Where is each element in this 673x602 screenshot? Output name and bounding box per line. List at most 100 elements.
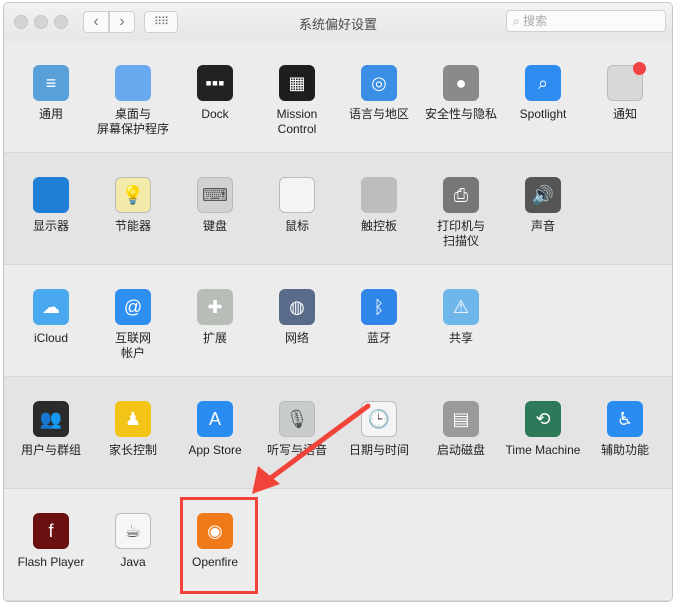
search-placeholder: 搜索: [523, 14, 548, 28]
pane-label: 节能器: [114, 219, 151, 233]
desktop-icon: [115, 65, 151, 101]
parental-controls-icon: ♟: [115, 401, 151, 437]
pane-label: Mission Control: [276, 107, 318, 136]
pane-label: 蓝牙: [366, 331, 391, 345]
pane-accessibility[interactable]: ♿ 辅助功能: [584, 391, 666, 483]
pane-label: 听写与语音: [266, 443, 327, 457]
pane-row: 👥 用户与群组 ♟ 家长控制 A App Store 🎙 听写与语音 🕒 日期与时间 ▤ 启动磁盘 ⟲ T…: [4, 377, 672, 489]
pane-spotlight[interactable]: ⌕ Spotlight: [502, 55, 584, 147]
speaker-icon: 🔊: [525, 177, 561, 213]
flash-player-icon: f: [33, 513, 69, 549]
users-icon: 👥: [33, 401, 69, 437]
search-icon: ⌕: [513, 14, 524, 28]
pane-sound[interactable]: 🔊 声音: [502, 167, 584, 259]
pane-label: 鼠标: [284, 219, 309, 233]
pane-label: Java: [120, 555, 146, 569]
pane-dock[interactable]: ▪▪▪ Dock: [174, 55, 256, 147]
pane-language[interactable]: ◎ 语言与地区: [338, 55, 420, 147]
pane-label: 日期与时间: [348, 443, 409, 457]
at-sign-icon: @: [115, 289, 151, 325]
pane-label: 键盘: [202, 219, 227, 233]
pane-label: Spotlight: [519, 107, 567, 121]
bluetooth-icon: ᛒ: [361, 289, 397, 325]
microphone-icon: 🎙: [279, 401, 315, 437]
pane-bluetooth[interactable]: ᛒ 蓝牙: [338, 279, 420, 371]
pane-flash[interactable]: f Flash Player: [10, 503, 92, 595]
pane-printers[interactable]: ⎙ 打印机与 扫描仪: [420, 167, 502, 259]
pane-label: 通用: [38, 107, 63, 121]
openfire-highlight-box: [180, 497, 258, 594]
system-preferences-window: ‹ › ⠿⠿ 系统偏好设置 ⌕ 搜索 ≡ 通用 桌面与 屏幕保护程序 ▪▪▪ Dock ▦…: [3, 2, 673, 602]
pane-app-store[interactable]: A App Store: [174, 391, 256, 483]
pane-row: ≡ 通用 桌面与 屏幕保护程序 ▪▪▪ Dock ▦ Mission Control ◎ 语言与…: [4, 41, 672, 153]
app-store-icon: A: [197, 401, 233, 437]
hard-drive-icon: ▤: [443, 401, 479, 437]
pane-extensions[interactable]: ✚ 扩展: [174, 279, 256, 371]
pane-label: 通知: [612, 107, 637, 121]
spotlight-icon: ⌕: [525, 65, 561, 101]
pane-desktop[interactable]: 桌面与 屏幕保护程序: [92, 55, 174, 147]
pane-sharing[interactable]: ⚠ 共享: [420, 279, 502, 371]
pane-label: 网络: [284, 331, 309, 345]
pane-label: 用户与群组: [20, 443, 81, 457]
pane-row: 显示器 💡 节能器 ⌨ 键盘 鼠标 触控板 ⎙ 打印机与 扫描仪 🔊 声音: [4, 153, 672, 265]
pane-label: 打印机与 扫描仪: [436, 219, 485, 248]
pane-mission-control[interactable]: ▦ Mission Control: [256, 55, 338, 147]
pane-label: Flash Player: [17, 555, 85, 569]
network-globe-icon: ◍: [279, 289, 315, 325]
pane-label: 显示器: [32, 219, 69, 233]
general-icon: ≡: [33, 65, 69, 101]
time-machine-icon: ⟲: [525, 401, 561, 437]
accessibility-icon: ♿: [607, 401, 643, 437]
pane-date-time[interactable]: 🕒 日期与时间: [338, 391, 420, 483]
pane-time-machine[interactable]: ⟲ Time Machine: [502, 391, 584, 483]
pane-java[interactable]: ☕ Java: [92, 503, 174, 595]
pane-label: 语言与地区: [348, 107, 409, 121]
pane-energy[interactable]: 💡 节能器: [92, 167, 174, 259]
pane-label: 启动磁盘: [436, 443, 485, 457]
security-house-icon: ●: [443, 65, 479, 101]
pane-label: iCloud: [33, 331, 69, 345]
pane-network[interactable]: ◍ 网络: [256, 279, 338, 371]
pane-parental[interactable]: ♟ 家长控制: [92, 391, 174, 483]
java-icon: ☕: [115, 513, 151, 549]
pane-icloud[interactable]: ☁ iCloud: [10, 279, 92, 371]
display-icon: [33, 177, 69, 213]
pane-label: 辅助功能: [600, 443, 649, 457]
un-flag-icon: ◎: [361, 65, 397, 101]
pane-displays[interactable]: 显示器: [10, 167, 92, 259]
pane-startup-disk[interactable]: ▤ 启动磁盘: [420, 391, 502, 483]
pane-label: 共享: [448, 331, 473, 345]
pane-row: f Flash Player ☕ Java ◉ Openfire: [4, 489, 672, 601]
search-input[interactable]: ⌕ 搜索: [506, 10, 666, 32]
pane-users[interactable]: 👥 用户与群组: [10, 391, 92, 483]
pane-label: Time Machine: [505, 443, 581, 457]
pane-keyboard[interactable]: ⌨ 键盘: [174, 167, 256, 259]
dock-icon: ▪▪▪: [197, 65, 233, 101]
pane-row: ☁ iCloud @ 互联网 帐户 ✚ 扩展 ◍ 网络 ᛒ 蓝牙 ⚠ 共享: [4, 265, 672, 377]
pane-internet-accounts[interactable]: @ 互联网 帐户: [92, 279, 174, 371]
pane-notifications[interactable]: 通知: [584, 55, 666, 147]
pane-label: App Store: [188, 443, 242, 457]
puzzle-icon: ✚: [197, 289, 233, 325]
pane-label: 家长控制: [108, 443, 157, 457]
trackpad-icon: [361, 177, 397, 213]
mouse-icon: [279, 177, 315, 213]
pane-security[interactable]: ● 安全性与隐私: [420, 55, 502, 147]
pane-label: 声音: [530, 219, 555, 233]
pane-mouse[interactable]: 鼠标: [256, 167, 338, 259]
pane-label: 互联网 帐户: [114, 331, 151, 360]
lightbulb-icon: 💡: [115, 177, 151, 213]
icloud-icon: ☁: [33, 289, 69, 325]
pane-trackpad[interactable]: 触控板: [338, 167, 420, 259]
pane-label: Dock: [201, 107, 229, 121]
title-bar: ‹ › ⠿⠿ 系统偏好设置 ⌕ 搜索: [4, 3, 672, 42]
pane-general[interactable]: ≡ 通用: [10, 55, 92, 147]
printer-icon: ⎙: [443, 177, 479, 213]
sharing-folder-icon: ⚠: [443, 289, 479, 325]
mission-control-icon: ▦: [279, 65, 315, 101]
pane-label: 扩展: [202, 331, 227, 345]
pane-label: 安全性与隐私: [424, 107, 497, 121]
pane-dictation[interactable]: 🎙 听写与语音: [256, 391, 338, 483]
pane-label: 桌面与 屏幕保护程序: [96, 107, 169, 136]
